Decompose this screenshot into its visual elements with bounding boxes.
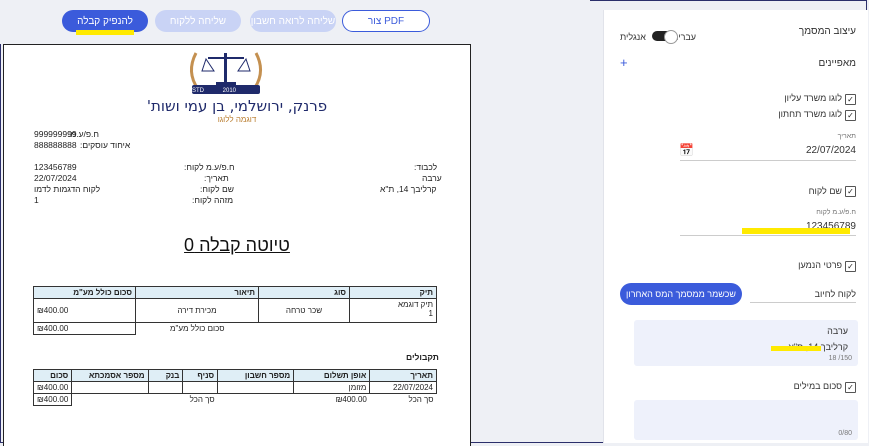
- dealer-label: איחוד עוסקים:: [80, 140, 131, 150]
- client-id-label: ח.פ/ע.מ לקוח:: [184, 162, 235, 172]
- items-header-type: סוג: [258, 286, 350, 299]
- table-row: סכום כולל מע"מ ₪400.00: [33, 322, 437, 335]
- client-name-label: שם לקוח:: [200, 184, 234, 194]
- scales-of-justice-logo: ESTD 2010: [188, 52, 262, 94]
- sum-amount: ₪400.00: [335, 395, 367, 405]
- sum-amount-2: ₪400.00: [32, 393, 73, 406]
- address-char-count: 150/ 18: [828, 355, 852, 362]
- amount-words-label: סכום במילים: [793, 381, 842, 391]
- client-id-value: 123456789: [34, 162, 77, 172]
- date-field-underline: [680, 160, 856, 161]
- item-type: שכר טרחה: [258, 298, 350, 323]
- words-char-count: 0/80: [838, 430, 852, 437]
- panel-title: עיצוב המסמך: [798, 26, 856, 37]
- logo-estd-text: ESTD: [188, 88, 205, 94]
- table-row: סך הכל ₪400.00 סך הכל ₪400.00: [32, 393, 437, 406]
- date-field-value[interactable]: 22/07/2024: [806, 145, 856, 156]
- date-value: 22/07/2024: [34, 173, 77, 183]
- recipient-details-checkbox[interactable]: ✓: [845, 261, 856, 272]
- client-name-label: שם לקוח: [808, 186, 842, 196]
- receipt-document: ESTD 2010 פרנק, ירושלמי, בן עמי ושות' דו…: [3, 44, 471, 446]
- amount-words-textarea[interactable]: [634, 400, 858, 440]
- lang-english-label: אנגלית: [620, 32, 646, 42]
- address-line-1: ערבה: [827, 326, 848, 336]
- table-row: תיק דוגמא 1 שכר טרחה מכירת דירה ₪400.00: [33, 298, 437, 323]
- items-header-desc: תיאור: [135, 286, 259, 299]
- calendar-icon[interactable]: 📅: [679, 143, 694, 157]
- client-id-underline: [680, 235, 856, 236]
- send-to-accountant-button[interactable]: שליחה לרואה חשבון: [250, 10, 336, 32]
- items-table: תיק סוג תיאור סכום כולל מע"מ תיק דוגמא 1 …: [33, 286, 437, 335]
- item-amount: ₪400.00: [33, 298, 136, 323]
- issue-receipt-button[interactable]: להנפיק קבלה: [62, 10, 148, 32]
- client-name-value: לקוח הדגמות לדמו: [34, 184, 101, 194]
- date-field-label: תאריך: [837, 133, 856, 140]
- date-label: תאריך:: [204, 173, 229, 183]
- document-toolbar: להנפיק קבלה שליחה ללקוח שליחה לרואה חשבו…: [0, 0, 590, 44]
- send-to-client-button[interactable]: שליחה ללקוח: [155, 10, 241, 32]
- to-label: לכבוד:: [414, 162, 438, 172]
- pay-ref: [71, 381, 149, 394]
- properties-label: מאפיינים: [818, 58, 856, 69]
- charge-client-underline: [750, 302, 856, 303]
- bottom-logo-checkbox[interactable]: ✓: [845, 110, 856, 121]
- table-row: 22/07/2024 מזומן ₪400.00: [32, 381, 437, 394]
- add-property-button[interactable]: +: [620, 55, 628, 70]
- item-desc: מכירת דירה: [135, 298, 259, 323]
- dealer-value: 888888888: [34, 140, 77, 150]
- client-id-field-label: ח.פ/ע.מ לקוח: [816, 209, 856, 216]
- top-logo-checkbox[interactable]: ✓: [845, 94, 856, 105]
- pay-amount: ₪400.00: [32, 381, 73, 394]
- create-pdf-button[interactable]: צור PDF: [342, 10, 430, 32]
- item-case: תיק דוגמא: [398, 300, 433, 309]
- logo-year-text: 2010: [223, 88, 237, 94]
- pay-date: 22/07/2024: [369, 381, 437, 394]
- document-design-panel: עיצוב המסמך עברית אנגלית מאפיינים + ✓ לו…: [603, 10, 868, 443]
- client-ref-value: 1: [34, 195, 39, 205]
- pay-method: מזומן: [293, 381, 371, 394]
- highlight-marker: [76, 30, 134, 35]
- company-name: פרנק, ירושלמי, בן עמי ושות': [146, 97, 328, 115]
- client-name-checkbox[interactable]: ✓: [845, 186, 856, 197]
- bottom-logo-label: לוגו משרד תחתון: [778, 109, 842, 119]
- item-case-cell: תיק דוגמא 1: [349, 298, 437, 323]
- receipts-title: תקבולים: [406, 352, 439, 362]
- total-amount: ₪400.00: [33, 322, 136, 335]
- client-ref-label: מזהה לקוח:: [192, 195, 234, 205]
- top-logo-label: לוגו משרד עליון: [784, 93, 842, 103]
- amount-words-checkbox[interactable]: ✓: [845, 382, 856, 393]
- pay-branch: [182, 381, 219, 394]
- pay-header-date: תאריך: [369, 369, 437, 382]
- pay-header-method: אופן תשלום: [293, 369, 371, 382]
- recipient-details-label: פרטי הנמען: [798, 260, 842, 270]
- remember-last-doc-button[interactable]: שכשמר ממסמך המס האחרון: [620, 283, 742, 305]
- highlight-marker: [742, 228, 850, 234]
- pay-header-ref: מספר אסמכתא: [71, 369, 149, 382]
- pay-header-bank: בנק: [147, 369, 184, 382]
- item-case-no: 1: [428, 309, 433, 318]
- pay-account: [217, 381, 295, 394]
- payments-table: תאריך אופן תשלום מספר חשבון סניף בנק מספ…: [32, 369, 437, 406]
- total-label: סכום כולל מע"מ: [170, 324, 225, 334]
- pay-header-account: מספר חשבון: [217, 369, 295, 382]
- pay-header-amount: סכום: [32, 369, 73, 382]
- pay-header-branch: סניף: [182, 369, 219, 382]
- sum-label-2: סך הכל: [189, 395, 215, 405]
- to-city: ערבה: [422, 173, 442, 183]
- business-id-value: 999999999: [34, 129, 77, 139]
- highlight-marker: [771, 346, 821, 351]
- company-tagline: דוגמה ללוגו: [217, 115, 257, 124]
- items-header-case: תיק: [349, 286, 437, 299]
- pay-bank: [147, 381, 184, 394]
- document-title: טיוטה קבלה 0: [184, 235, 290, 255]
- charge-client-label: לקוח לחיוב: [814, 289, 856, 299]
- sum-label: סך הכל: [408, 395, 434, 405]
- items-header-amount: סכום כולל מע"מ: [33, 286, 136, 299]
- language-toggle-knob[interactable]: [664, 30, 678, 44]
- to-address: קרליבך 14, ת"א: [380, 184, 437, 194]
